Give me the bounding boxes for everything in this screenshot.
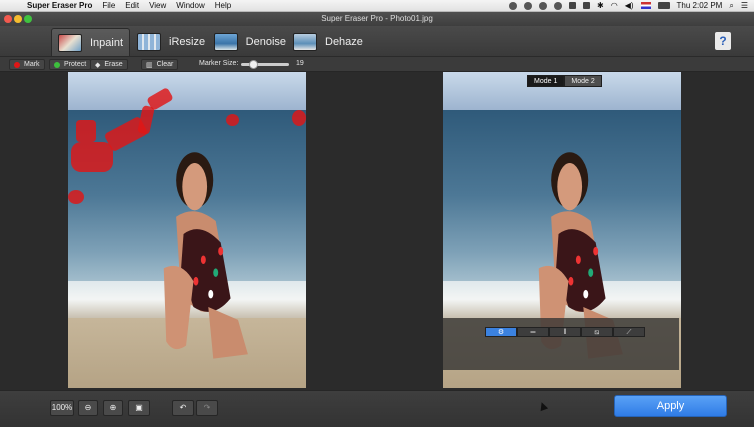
status-area: ✱ ◠ ◀) Thu 2:02 PM ⌕ ☰ [509,1,748,11]
eraser-icon: ◆ [95,61,101,69]
mark-stroke [76,120,96,142]
zoom-out-icon[interactable]: ⊖ [78,400,98,416]
protect-label: Protect [64,61,87,68]
help-button[interactable]: ? [715,32,731,50]
bottom-bar: 100% ⊖ ⊕ ▣ ↶ ↷ Apply [0,390,754,427]
iresize-icon [137,33,161,51]
mark-dot-icon [14,61,20,68]
menu-view[interactable]: View [149,1,166,10]
zoom-window-button[interactable] [24,15,32,23]
chat-icon[interactable] [539,1,548,10]
photo-sky [68,72,306,110]
status-icon[interactable] [509,1,518,10]
split-view-buttons: ⚙ ═ ‖ ⧅ ⟋ [485,327,645,337]
marker-size-label: Marker Size: [199,60,239,67]
display-icon[interactable] [583,2,591,9]
tab-inpaint[interactable]: Inpaint [51,28,130,56]
mark-stroke [226,114,239,126]
mark-label: Mark [24,61,40,68]
protect-dot-icon [54,61,60,68]
battery-icon[interactable] [657,2,670,9]
split-view-overlay [443,318,679,370]
undo-icon[interactable]: ↶ [172,400,194,416]
source-photo[interactable] [68,72,306,388]
wifi-icon[interactable]: ◠ [611,1,618,10]
mark-stroke [71,142,113,172]
tab-denoise[interactable]: Denoise [208,28,286,56]
mode-2-button[interactable]: Mode 2 [564,75,602,87]
tab-iresize[interactable]: iResize [131,28,207,56]
tab-inpaint-label: Inpaint [90,36,124,49]
mode-selector: Mode 1 Mode 2 [527,75,602,87]
clear-button[interactable]: ▥ Clear [141,59,179,70]
notification-center-icon[interactable]: ☰ [741,1,748,10]
fit-to-screen-icon[interactable]: ▣ [128,400,150,416]
window-title: Super Eraser Pro - Photo01.jpg [321,14,433,23]
dehaze-icon [293,33,317,51]
gear-icon[interactable]: ⚙ [485,327,517,337]
minimize-window-button[interactable] [14,15,22,23]
record-icon[interactable] [524,1,533,10]
trash-icon: ▥ [146,61,153,69]
tab-dehaze[interactable]: Dehaze [287,28,363,56]
erase-button[interactable]: ◆ Erase [90,59,128,70]
marker-size-value: 19 [296,60,304,67]
volume-icon[interactable]: ◀) [625,1,634,10]
menu-edit[interactable]: Edit [125,1,139,10]
mark-button[interactable]: Mark [9,59,45,70]
menu-window[interactable]: Window [176,1,204,10]
denoise-icon [214,33,238,51]
photo-subject [164,152,249,359]
tray-icon[interactable] [569,2,577,9]
split-horizontal-icon[interactable]: ═ [517,327,549,337]
mode-1-button[interactable]: Mode 1 [527,75,565,87]
erase-label: Erase [104,61,123,68]
menu-app-name[interactable]: Super Eraser Pro [27,1,92,10]
clear-label: Clear [156,61,174,68]
marker-size-slider-knob[interactable] [249,60,258,69]
close-window-button[interactable] [4,15,12,23]
mark-stroke [292,110,306,126]
menu-file[interactable]: File [102,1,115,10]
split-diagonal-right-icon[interactable]: ⟋ [613,327,645,337]
tab-denoise-label: Denoise [245,36,286,48]
menu-help[interactable]: Help [215,1,231,10]
zoom-level[interactable]: 100% [50,400,74,416]
bluetooth-icon[interactable]: ✱ [597,1,604,10]
inpaint-icon [58,33,82,52]
window-title-bar: Super Eraser Pro - Photo01.jpg [0,12,754,26]
redo-icon[interactable]: ↷ [196,400,218,416]
zoom-in-icon[interactable]: ⊕ [103,400,123,416]
split-diagonal-left-icon[interactable]: ⧅ [581,327,613,337]
mark-stroke [68,190,84,204]
mode-toolbar: Inpaint iResize Denoise Dehaze ? [0,26,754,56]
protect-button[interactable]: Protect [49,59,92,70]
marker-toolbar: Mark Protect ◆ Erase ▥ Clear Marker Size… [0,56,754,72]
cloud-icon[interactable] [554,1,563,10]
tab-dehaze-label: Dehaze [325,36,363,48]
spotlight-icon[interactable]: ⌕ [729,1,733,11]
tab-iresize-label: iResize [169,36,206,48]
menu-bar: Super Eraser Pro File Edit View Window H… [0,0,754,12]
flag-icon[interactable] [640,2,651,9]
menubar-clock[interactable]: Thu 2:02 PM [677,1,723,10]
split-vertical-icon[interactable]: ‖ [549,327,581,337]
apply-button[interactable]: Apply [614,395,727,417]
